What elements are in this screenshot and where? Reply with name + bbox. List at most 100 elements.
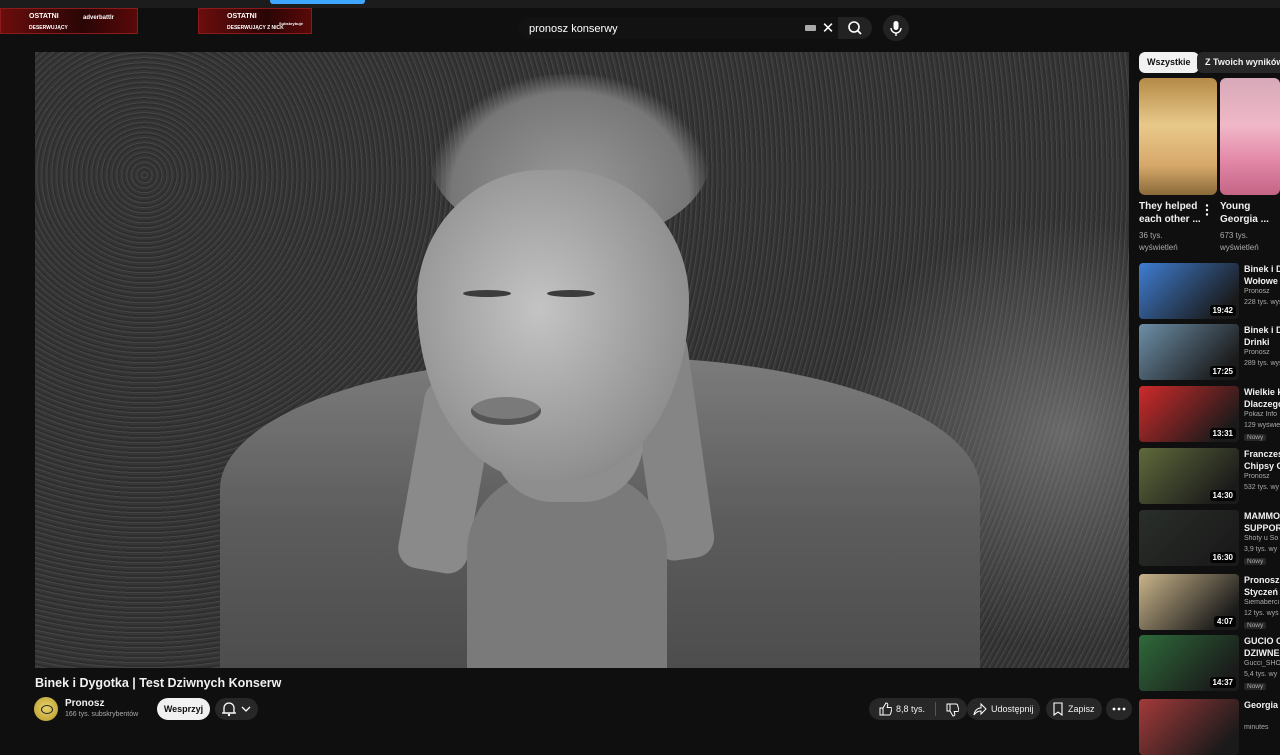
video-thumbnail[interactable]: 17:25 (1139, 324, 1239, 380)
recommended-title[interactable]: Binek i Dy Wołowe (1244, 263, 1280, 287)
filter-chip-all[interactable]: Wszystkie (1139, 52, 1199, 73)
support-button[interactable]: Wesprzyj (157, 698, 210, 720)
share-label: Udostępnij (991, 704, 1034, 714)
filter-chip-from-results[interactable]: Z Twoich wyników w (1197, 52, 1280, 73)
ad-extra: adverbattlr (83, 15, 115, 21)
bookmark-icon (1053, 702, 1063, 716)
video-thumbnail[interactable]: 19:42 (1139, 263, 1239, 319)
video-thumbnail[interactable]: 4:07 (1139, 574, 1239, 630)
recommended-views: 129 wyświe (1244, 422, 1280, 429)
recommended-title[interactable]: Georgia M (1244, 699, 1280, 711)
recommended-video[interactable]: 14:30 Franczesk Chipsy Os Pronosz 532 tys. w… (1139, 448, 1280, 504)
recommended-title[interactable]: Wielkie kł Dlaczego (1244, 386, 1280, 410)
duration-badge: 14:30 (1209, 490, 1236, 501)
short-thumbnail[interactable] (1220, 78, 1280, 195)
more-vertical-icon[interactable] (1204, 203, 1210, 217)
recommended-title[interactable]: Franczesk Chipsy Os (1244, 448, 1280, 472)
dislike-button[interactable] (939, 698, 967, 720)
title-line: Wołowe (1244, 276, 1278, 286)
video-frame-mouth (471, 397, 541, 425)
like-button[interactable]: 8,8 tys. (869, 698, 939, 720)
recommended-video[interactable]: 16:30 MAMMON SUPPORT Shoty u So 3,9 tys. wy N… (1139, 510, 1280, 566)
video-thumbnail[interactable] (1139, 699, 1239, 755)
microphone-icon (890, 21, 902, 36)
video-thumbnail[interactable]: 14:30 (1139, 448, 1239, 504)
recommended-video[interactable]: 13:31 Wielkie kł Dlaczego Pokaz Info 129 wyś… (1139, 386, 1280, 442)
title-line: DZIWNE R (1244, 648, 1280, 658)
divider (935, 702, 936, 716)
ad-title: OSTATNI (29, 13, 59, 20)
notifications-button[interactable] (215, 698, 258, 720)
ad-subtitle: DESERWUJĄCY (29, 25, 68, 31)
title-line: GUCIO OC (1244, 636, 1280, 646)
video-thumbnail[interactable]: 14:37 (1139, 635, 1239, 691)
recommended-title[interactable]: MAMMON SUPPORT (1244, 510, 1280, 534)
search-box: ✕ (518, 17, 838, 39)
browser-top-strip (0, 0, 1280, 8)
recommended-views: 228 tys. wyś (1244, 299, 1280, 306)
recommended-video[interactable]: 4:07 Pronosz | Styczeń 2 Siemaberci 12 tys. … (1139, 574, 1280, 630)
duration-badge: 13:31 (1209, 428, 1236, 439)
short-thumbnail[interactable] (1139, 78, 1217, 195)
short-views: 36 tys. wyświetleń (1139, 231, 1178, 252)
recommended-views: 5,4 tys. wy (1244, 671, 1278, 678)
recommended-title[interactable]: Binek i Dy Drinki (1244, 324, 1280, 348)
duration-badge: 4:07 (1213, 616, 1236, 627)
video-player[interactable] (35, 52, 1129, 668)
clear-search-icon[interactable]: ✕ (821, 19, 835, 37)
search-button[interactable] (838, 17, 872, 39)
recommended-video[interactable]: Georgia M minutes (1139, 699, 1280, 755)
recommended-video[interactable]: 14:37 GUCIO OC DZIWNE R Gucci_SHO 5,4 tys. w… (1139, 635, 1280, 691)
short-title[interactable]: Young Georgia ... (1220, 200, 1280, 226)
channel-avatar[interactable] (34, 697, 58, 721)
save-button[interactable]: Zapisz (1046, 698, 1102, 720)
title-line: MAMMON (1244, 511, 1280, 521)
recommended-channel[interactable]: Siemaberci (1244, 599, 1280, 606)
title-line: Franczesk (1244, 449, 1280, 459)
ad-subtitle: DESERWUJĄCY Z NICK (227, 25, 284, 31)
recommended-video[interactable]: 19:42 Binek i Dy Wołowe Pronosz 228 tys. wyś (1139, 263, 1280, 319)
recommended-channel[interactable]: Pokaz Info (1244, 411, 1280, 418)
recommended-channel[interactable]: Pronosz (1244, 473, 1280, 480)
subscriber-count: 166 tys. subskrybentów (65, 711, 139, 718)
bell-icon (222, 702, 251, 717)
title-line: Styczeń 2 (1244, 587, 1280, 597)
recommended-title[interactable]: GUCIO OC DZIWNE R (1244, 635, 1280, 659)
search-input[interactable] (527, 20, 801, 38)
voice-search-button[interactable] (883, 15, 909, 41)
title-line: Binek i Dy (1244, 325, 1280, 335)
title-line: Drinki (1244, 337, 1270, 347)
ad-banner-2[interactable]: OSTATNI DESERWUJĄCY Z NICK Subskrybuje (198, 8, 312, 34)
recommended-video[interactable]: 17:25 Binek i Dy Drinki Pronosz 289 tys. wyś (1139, 324, 1280, 380)
recommended-channel[interactable]: minutes (1244, 724, 1280, 731)
duration-badge: 14:37 (1209, 677, 1236, 688)
recommended-views: 289 tys. wyś (1244, 360, 1280, 367)
recommended-views: 12 tys. wyś (1244, 610, 1279, 617)
active-tab-indicator (270, 0, 365, 4)
channel-name[interactable]: Pronosz (65, 698, 104, 709)
like-count: 8,8 tys. (896, 704, 926, 714)
more-actions-button[interactable] (1106, 698, 1132, 720)
chevron-down-icon (241, 706, 251, 712)
title-line: Binek i Dy (1244, 264, 1280, 274)
share-button[interactable]: Udostępnij (967, 698, 1040, 720)
duration-badge: 16:30 (1209, 552, 1236, 563)
recommended-channel[interactable]: Shoty u So (1244, 535, 1280, 542)
keyboard-icon[interactable] (805, 25, 816, 31)
title-line: SUPPORT (1244, 523, 1280, 533)
thumbs-down-icon (946, 703, 959, 717)
save-label: Zapisz (1068, 704, 1095, 714)
short-title[interactable]: They helped each other ... (1139, 200, 1201, 226)
ad-banner-1[interactable]: OSTATNI DESERWUJĄCY adverbattlr (0, 8, 138, 34)
ad-extra: Subskrybuje (279, 21, 304, 26)
recommended-channel[interactable]: Pronosz (1244, 349, 1280, 356)
recommended-channel[interactable]: Gucci_SHO (1244, 660, 1280, 667)
new-badge: Nowy (1244, 558, 1267, 565)
video-frame-face (417, 170, 689, 480)
recommended-title[interactable]: Pronosz | Styczeń 2 (1244, 574, 1280, 598)
video-thumbnail[interactable]: 13:31 (1139, 386, 1239, 442)
new-badge: Nowy (1244, 622, 1267, 629)
recommended-channel[interactable]: Pronosz (1244, 288, 1280, 295)
more-horizontal-icon (1112, 707, 1126, 711)
video-thumbnail[interactable]: 16:30 (1139, 510, 1239, 566)
